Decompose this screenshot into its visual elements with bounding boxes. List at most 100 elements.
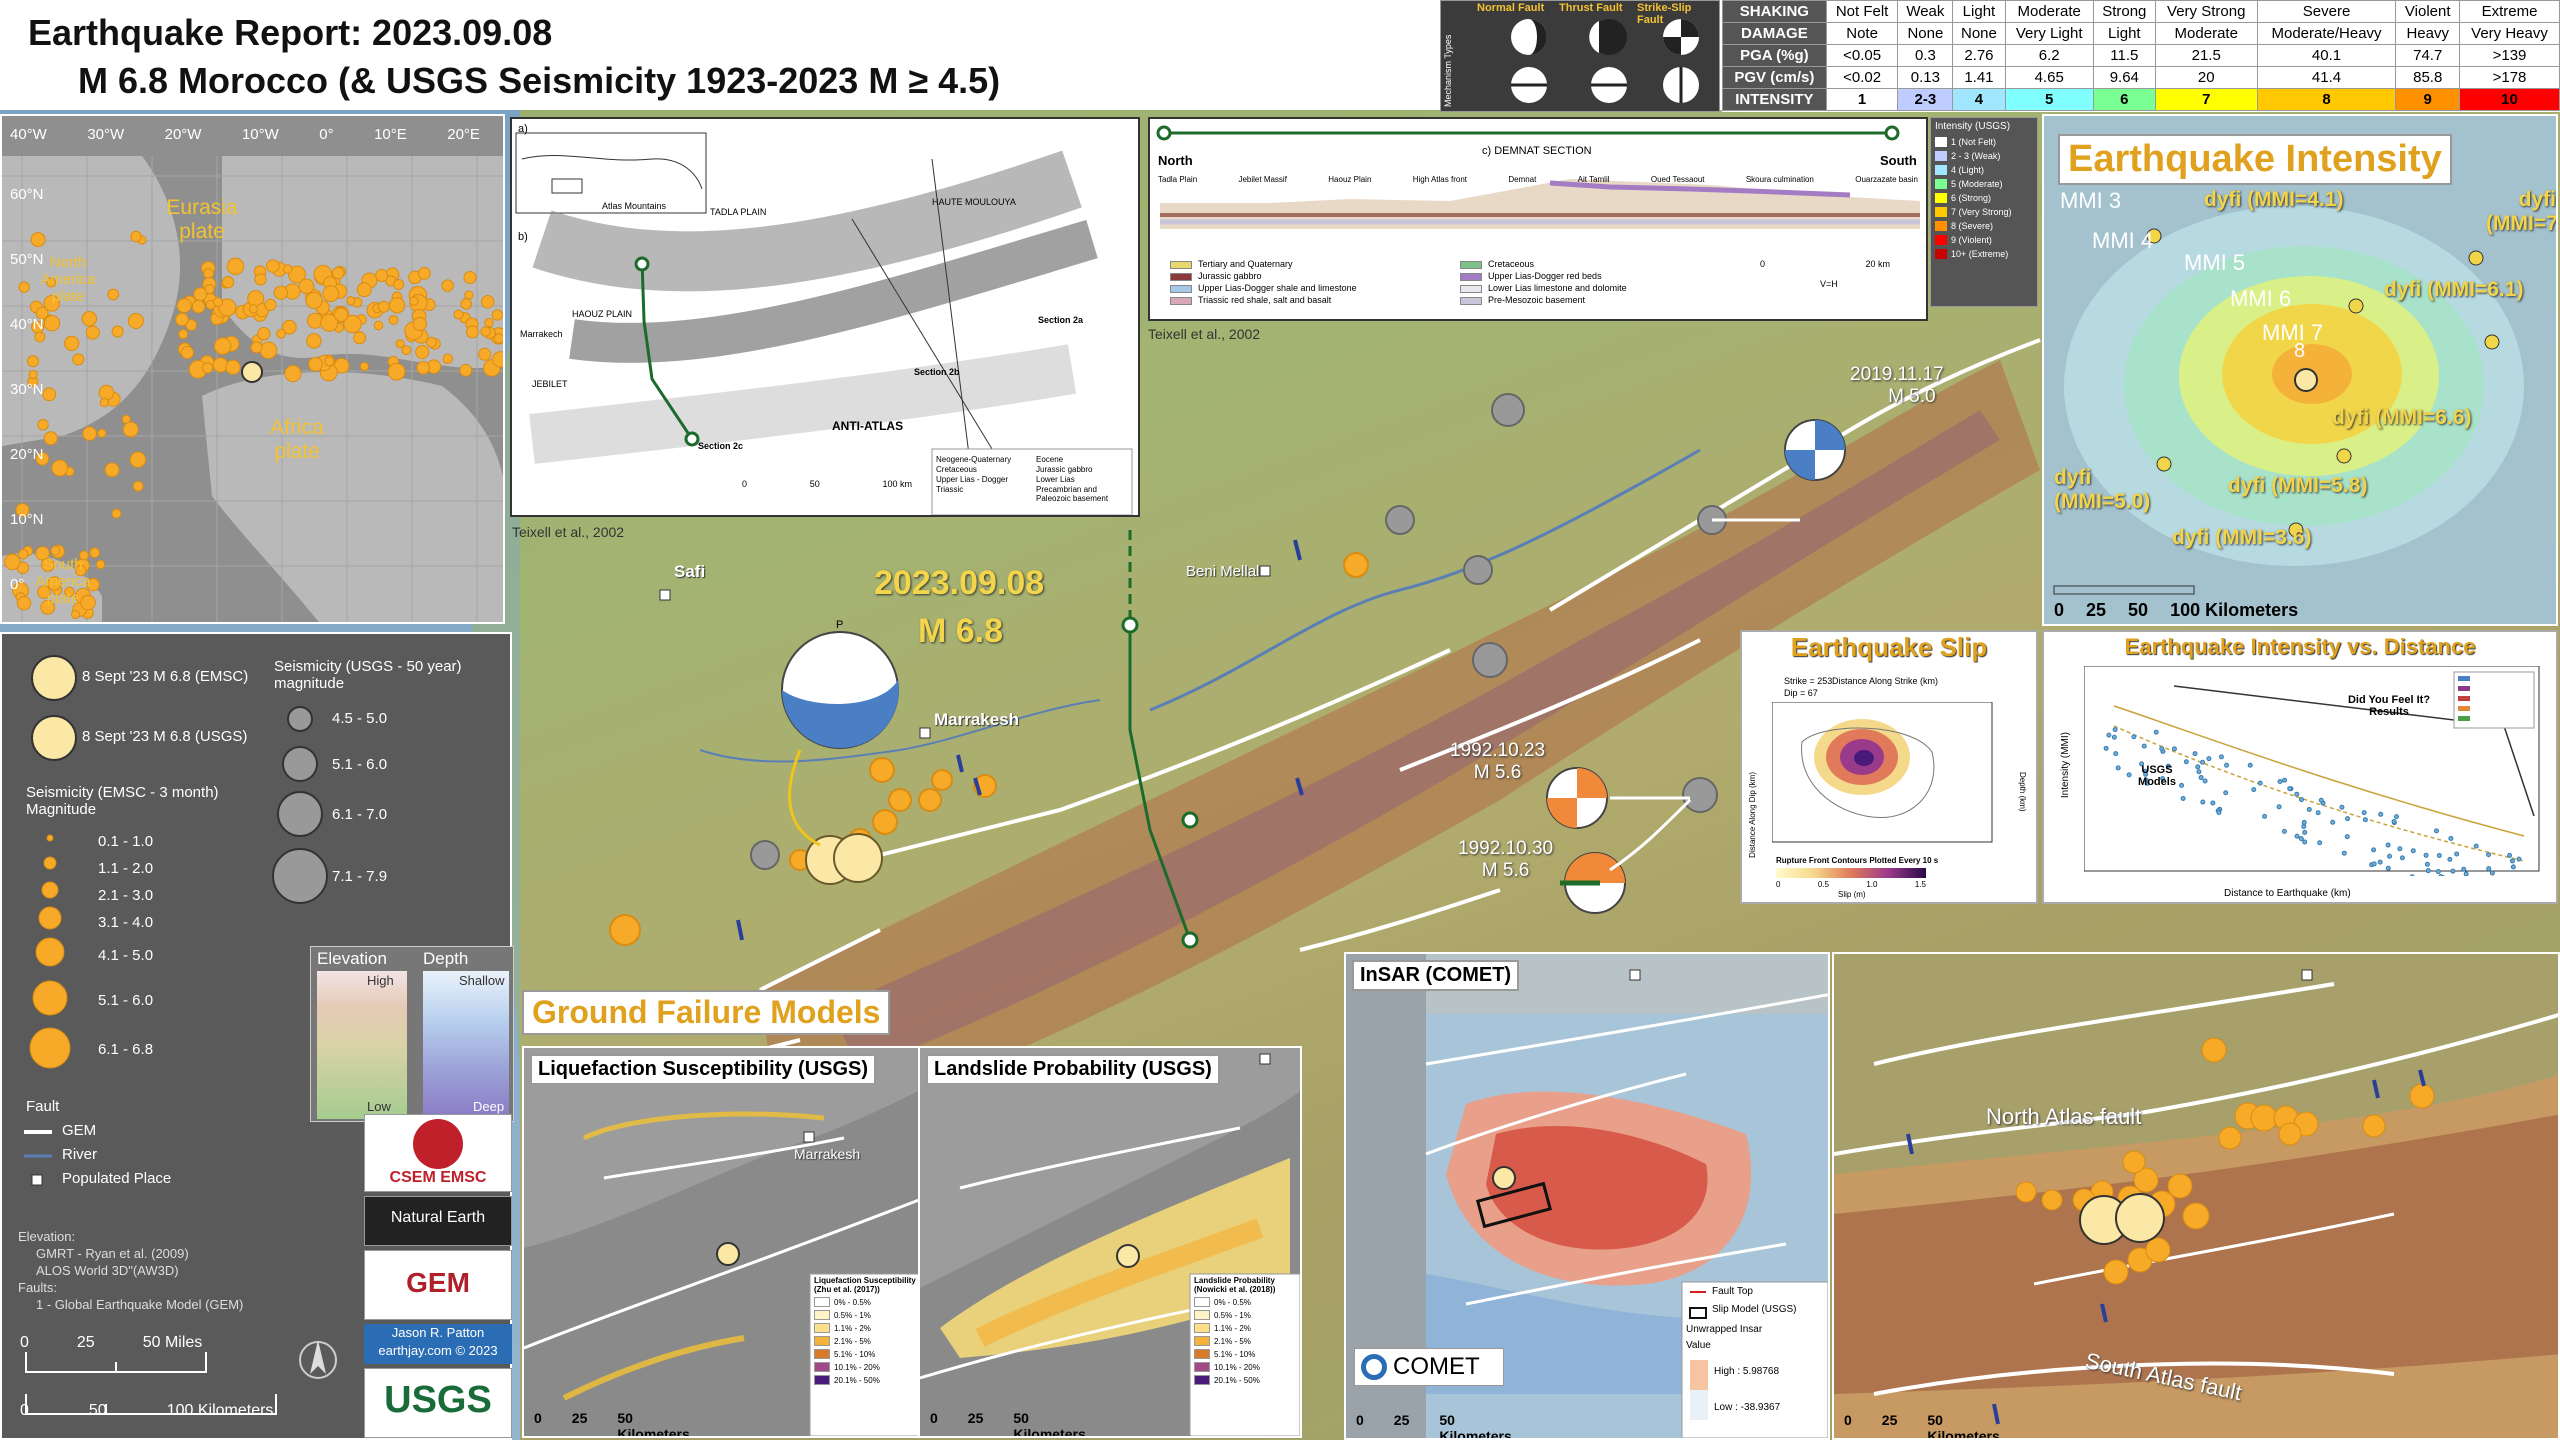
section-legend-swatch <box>1170 272 1192 281</box>
seismicity-dot <box>2393 814 2399 820</box>
mmi-legend-item: 7 (Very Strong) <box>1931 205 2037 219</box>
mmi-cell: 4 <box>1952 88 2006 111</box>
mmi-cell: PGV (cm/s) <box>1722 66 1827 89</box>
liq-legend-item: 20.1% - 50% <box>814 1375 918 1385</box>
inset-globe: 40°W 30°W 20°W 10°W 0° 10°E 20°E 60°N 50… <box>0 114 505 624</box>
mmi-cell: 74.7 <box>2395 44 2461 67</box>
elev-high: High <box>367 973 394 988</box>
svg-text:P: P <box>836 619 843 631</box>
seismicity-dot <box>85 325 100 340</box>
mmi-cell: Moderate/Heavy <box>2256 22 2397 45</box>
section-legend-swatch <box>1170 296 1192 305</box>
seismicity-dot <box>2454 851 2460 857</box>
insar-legend-value: Value <box>1686 1340 1711 1351</box>
seismicity-dot <box>2298 836 2304 842</box>
seismicity-dot <box>2362 817 2368 823</box>
insar-legend-slip: Slip Model (USGS) <box>1712 1304 1797 1315</box>
seismicity-dot <box>2318 797 2324 803</box>
event-2019-date: 2019.11.17 <box>1850 364 1944 385</box>
liq-legend-swatch <box>814 1323 830 1333</box>
seismicity-dot <box>2257 780 2263 786</box>
geology-scale-2: 100 km <box>882 479 912 489</box>
seismicity-dot <box>203 268 214 279</box>
seismicity-dot <box>2448 836 2454 842</box>
event-1992b-mag: M 5.6 <box>1481 860 1530 881</box>
insar-legend-fault: Fault Top <box>1712 1286 1753 1297</box>
seismicity-dot <box>377 300 390 313</box>
seismicity-dot <box>2103 745 2109 751</box>
slip-panel: Earthquake Slip Strike = 253 Dip = 67 Di… <box>1740 630 2038 904</box>
intensity-scale: 0 25 50 100 Kilometers <box>2054 600 2354 621</box>
mmi-cell: DAMAGE <box>1722 22 1827 45</box>
mmi-legend-swatch <box>1935 137 1947 147</box>
seismicity-dot <box>441 279 454 292</box>
seismicity-dot <box>2450 868 2456 874</box>
seismicity-dot <box>356 282 372 298</box>
mmi-cell: 85.8 <box>2395 66 2461 89</box>
seismicity-dot <box>2385 865 2391 871</box>
seismicity-dot <box>2294 791 2300 797</box>
seismicity-dot <box>2362 1114 2386 1138</box>
seismicity-dot <box>305 291 323 309</box>
section-legend-item: Cretaceous <box>1460 259 1730 269</box>
liq-legend-swatch <box>814 1297 830 1307</box>
seismicity-dot <box>2345 816 2351 822</box>
seismicity-dot <box>2126 772 2132 778</box>
event-2019: 2019.11.17 M 5.0 <box>1850 364 1944 408</box>
mechanism-diagrams <box>1511 19 1699 103</box>
seismicity-dot <box>2391 818 2397 824</box>
mmi-cell: Very Heavy <box>2459 22 2560 45</box>
mechanism-types-box: Mechanism Types Normal Fault Thrust Faul… <box>1440 0 1720 112</box>
seismicity-dot <box>132 480 144 492</box>
legend-credit-line: GMRT - Ryan et al. (2009) <box>36 1246 189 1261</box>
event-1992a-mag: M 5.6 <box>1473 762 1522 783</box>
geology-haute-moulouya: HAUTE MOULOUYA <box>932 197 1016 207</box>
geology-legend-item: Neogene-Quaternary <box>936 455 1012 464</box>
dyfi-5-0: dyfi (MMI=5.0) <box>2054 466 2151 513</box>
ls-legend-text: 0.5% - 1% <box>1214 1310 1251 1320</box>
mmi-8-label: 8 <box>2294 340 2306 362</box>
zoom-scale-1: 25 <box>1881 1412 1898 1428</box>
event-1992a-date: 1992.10.23 <box>1450 740 1546 761</box>
liquefaction-legend-bins: 0% - 0.5% 0.5% - 1% 1.1% - 2% 2.1% - 5% 5.1%… <box>814 1297 918 1385</box>
seismicity-dot <box>2115 765 2121 771</box>
seismicity-dot <box>353 331 367 345</box>
geology-haouz: HAOUZ PLAIN <box>572 309 633 319</box>
mmi-cell: 2.76 <box>1952 44 2006 67</box>
geology-label-a: a) <box>518 123 528 135</box>
intensity-scale-3: 100 Kilometers <box>2170 600 2299 620</box>
seismicity-dot <box>2330 819 2336 825</box>
intensity-scale-1: 25 <box>2086 600 2107 620</box>
mmi-legend-swatch <box>1935 207 1947 217</box>
seismicity-dot <box>333 307 349 322</box>
section-place: Haouz Plain <box>1328 175 1372 184</box>
seismicity-dot <box>2145 1237 2171 1263</box>
seismicity-dot <box>225 359 241 375</box>
logo-gem: GEM <box>364 1250 512 1320</box>
slip-plot <box>1772 702 1993 843</box>
globe-lon-labels: 40°W 30°W 20°W 10°W 0° 10°E 20°E <box>10 126 480 143</box>
seismicity-dot <box>417 266 431 280</box>
seismicity-dot <box>2262 813 2268 819</box>
seismicity-dot <box>2182 1202 2210 1230</box>
globe-lon-4: 0° <box>319 126 334 143</box>
logo-natural-earth: Natural Earth <box>364 1196 512 1246</box>
seismicity-dot <box>129 451 147 468</box>
geology-legend-item: Eocene <box>1036 455 1064 464</box>
liq-legend-swatch <box>814 1362 830 1372</box>
liq-legend-text: 10.1% - 20% <box>834 1362 880 1372</box>
section-legend: Tertiary and Quaternary Cretaceous Jurassi… <box>1170 259 1730 305</box>
zoom-scale: 0 25 50 Kilometers <box>1844 1412 2014 1438</box>
seismicity-dot <box>121 414 131 424</box>
mmi-row-damage: DAMAGE Note None None Very Light Light Moderat… <box>1722 22 2560 45</box>
seismicity-dot <box>2277 779 2283 785</box>
liq-legend-item: 5.1% - 10% <box>814 1349 918 1359</box>
title-line1: Earthquake Report: 2023.09.08 <box>28 12 553 53</box>
section-legend-text: Triassic red shale, salt and basalt <box>1198 295 1332 305</box>
ls-legend-text: 2.1% - 5% <box>1214 1336 1251 1346</box>
seismicity-dot <box>2278 1122 2302 1146</box>
logo-emsc-text: CSEM EMSC <box>389 1169 487 1186</box>
event-mag-label: M 6.8 <box>918 612 1004 650</box>
mmi-cell: 1.41 <box>1952 66 2006 89</box>
emsc-globe-icon <box>413 1119 463 1169</box>
